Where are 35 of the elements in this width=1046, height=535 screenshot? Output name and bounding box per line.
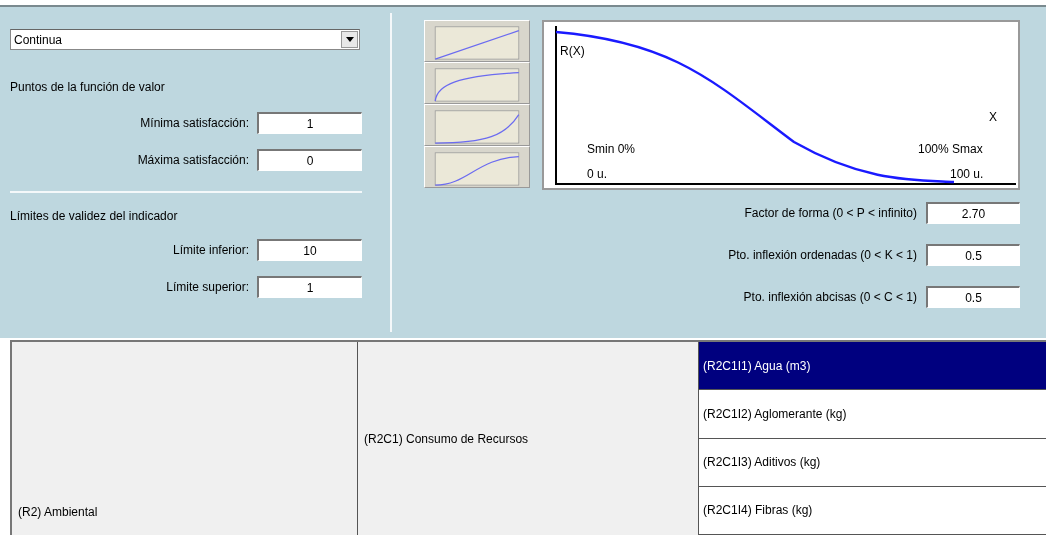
max-units-label: 100 u. [950,167,984,181]
tree-cell[interactable]: (R2C1) Consumo de Recursos [358,342,699,535]
curve-preset-button[interactable] [424,146,530,188]
curve-preset-button[interactable] [424,20,530,62]
max-label: 100% Smax [918,142,983,156]
indicator-row[interactable]: (R2C1I1) Agua (m3) [699,342,1046,391]
input-field[interactable]: 0.5 [926,286,1020,308]
curve-preset-button[interactable] [424,62,530,104]
axis-label: R(X) [560,44,585,58]
field-label: Pto. inflexión abcisas (0 < C < 1) [743,290,917,304]
field-label: Límite superior: [166,280,249,294]
tree-cell[interactable]: (R2) Ambiental [12,342,358,535]
axis-label: X [989,110,997,124]
section-heading: Puntos de la función de valor [10,80,166,94]
field-label: Límite inferior: [172,243,249,257]
cell-text: (R2C1) Consumo de Recursos [364,431,529,446]
input-field[interactable]: 1 [257,276,362,298]
input-field[interactable]: 1 [257,112,362,134]
dropdown-value: Continua [14,32,63,47]
field-label: Mínima satisfacción: [140,116,249,130]
field-label: Factor de forma (0 < P < infinito) [744,206,917,220]
caret-icon [345,37,354,42]
field-label: Máxima satisfacción: [137,153,249,167]
field-label: Pto. inflexión ordenadas (0 < K < 1) [728,248,917,262]
curve-preset-button[interactable] [424,104,530,146]
input-field[interactable]: 10 [257,239,362,261]
dropdown-button[interactable] [341,31,358,48]
input-field[interactable]: 2.70 [926,202,1020,224]
function-type-dropdown[interactable]: Continua [10,29,360,50]
input-field[interactable]: 0.5 [926,244,1020,266]
input-field[interactable]: 0 [257,149,362,171]
min-units-label: 0 u. [587,167,607,181]
section-heading: Límites de validez del indicador [10,209,179,223]
min-label: Smin 0% [587,142,636,156]
cell-text: (R2) Ambiental [18,505,98,519]
